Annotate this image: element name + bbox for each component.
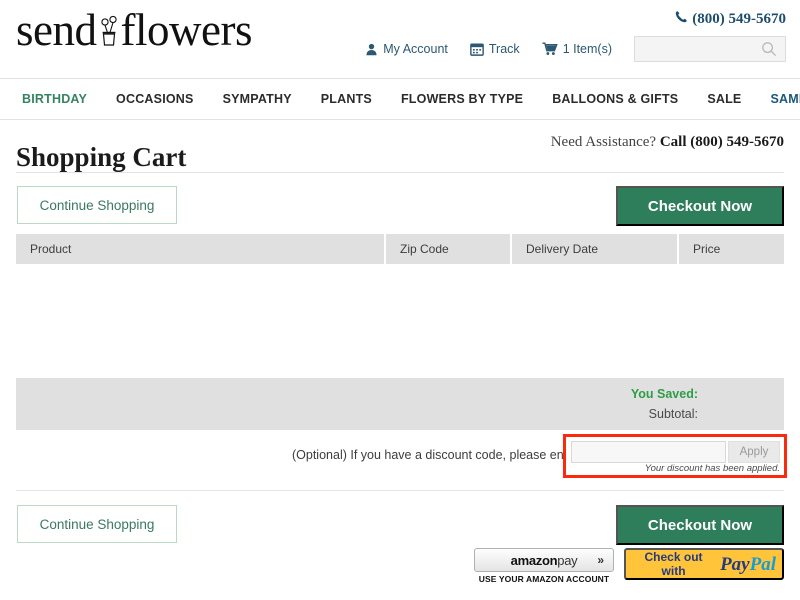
discount-applied-note: Your discount has been applied. [644, 463, 780, 474]
header-link-label: Track [488, 42, 520, 56]
apply-discount-button[interactable]: Apply [728, 441, 780, 463]
title-divider [16, 172, 784, 173]
discount-highlight-box: Apply Your discount has been applied. [563, 434, 787, 478]
header-link-my-account[interactable]: My Account [365, 42, 448, 56]
nav-item-balloons-and-gifts[interactable]: BALLOONS & GIFTS [552, 92, 678, 106]
column-header-delivery-date: Delivery Date [512, 234, 679, 264]
flower-vase-icon [98, 11, 120, 51]
logo-text-send: send [16, 5, 97, 55]
calendar-icon [470, 42, 484, 56]
search-icon[interactable] [761, 41, 777, 62]
totals-row-subtotal: Subtotal: [16, 404, 784, 424]
amazon-wordmark: amazon [510, 552, 558, 568]
amazon-pay-subtitle: USE YOUR AMAZON ACCOUNT [478, 574, 610, 584]
paypal-logo-pay: Pay [720, 553, 750, 575]
page-title-row: Shopping Cart Need Assistance? Call (800… [0, 124, 800, 172]
discount-section: (Optional) If you have a discount code, … [0, 434, 800, 482]
continue-shopping-button-top[interactable]: Continue Shopping [17, 186, 177, 224]
nav-item-sympathy[interactable]: SYMPATHY [223, 92, 292, 106]
discount-code-input[interactable] [571, 441, 726, 463]
header-link-label: My Account [383, 42, 448, 56]
checkout-now-button-bottom[interactable]: Checkout Now [616, 505, 784, 545]
header-link-cart[interactable]: 1 Item(s) [542, 42, 612, 56]
chevron-right-icon: » [597, 553, 604, 567]
header-link-label: 1 Item(s) [562, 42, 612, 56]
assistance-phone[interactable]: Call (800) 549-5670 [660, 134, 784, 150]
header-phone[interactable]: (800) 549-5670 [675, 10, 786, 28]
subtotal-label: Subtotal: [648, 407, 698, 421]
bottom-divider [16, 490, 784, 491]
cart-actions-bottom: Continue Shopping Checkout Now [0, 505, 800, 545]
nav-item-sale[interactable]: SALE [707, 92, 741, 106]
alternate-payment-buttons: amazonpay » USE YOUR AMAZON ACCOUNT Chec… [0, 548, 800, 590]
header-link-track[interactable]: Track [470, 42, 520, 56]
nav-item-occasions[interactable]: OCCASIONS [116, 92, 194, 106]
site-header: send flowers (800) 549-5670 My Account T… [0, 0, 800, 78]
need-assistance-text: Need Assistance? Call (800) 549-5670 [551, 134, 784, 151]
checkout-now-button-top[interactable]: Checkout Now [616, 186, 784, 226]
totals-row-you-saved: You Saved: [16, 384, 784, 404]
cart-totals: You Saved: Subtotal: [16, 378, 784, 430]
column-header-price: Price [693, 242, 721, 256]
cart-table-body-empty [16, 264, 784, 378]
header-utility-links: My Account Track 1 Item(s) [365, 36, 786, 62]
paypal-prefix-text: Check out with [644, 550, 703, 578]
cart-actions-top: Continue Shopping Checkout Now [0, 186, 800, 226]
phone-number: (800) 549-5670 [692, 10, 786, 27]
user-icon [365, 43, 378, 56]
logo-text-flowers: flowers [120, 5, 253, 55]
amazon-pay-button[interactable]: amazonpay » [474, 548, 614, 572]
cart-table-header: Product Zip Code Delivery Date Price [16, 234, 784, 264]
you-saved-label: You Saved: [630, 387, 698, 401]
nav-item-flowers-by-type[interactable]: FLOWERS BY TYPE [401, 92, 523, 106]
cart-table: Product Zip Code Delivery Date Price [16, 234, 784, 378]
main-navigation: BIRTHDAY OCCASIONS SYMPATHY PLANTS FLOWE… [0, 78, 800, 120]
cart-icon [542, 42, 558, 56]
column-header-zip-code: Zip Code [386, 234, 512, 264]
amazon-pay-logo: amazonpay [511, 553, 578, 568]
site-logo[interactable]: send flowers [16, 8, 252, 53]
continue-shopping-button-bottom[interactable]: Continue Shopping [17, 505, 177, 543]
paypal-logo-pal: Pal [749, 553, 776, 575]
amazon-pay-word: pay [557, 552, 578, 568]
shopping-cart-page: send flowers (800) 549-5670 My Account T… [0, 0, 800, 600]
search-box[interactable] [634, 36, 786, 62]
nav-item-same-day-delivery[interactable]: SAME DAY DELIVERY [770, 92, 800, 106]
column-header-product: Product [16, 234, 386, 264]
phone-icon [675, 10, 688, 28]
paypal-checkout-button[interactable]: Check out with PayPal [624, 548, 784, 580]
paypal-logo: PayPal [720, 555, 776, 574]
page-title: Shopping Cart [16, 142, 187, 173]
assistance-prefix: Need Assistance? [550, 134, 660, 150]
nav-item-birthday[interactable]: BIRTHDAY [22, 92, 87, 106]
nav-item-plants[interactable]: PLANTS [321, 92, 372, 106]
search-input[interactable] [642, 41, 762, 57]
